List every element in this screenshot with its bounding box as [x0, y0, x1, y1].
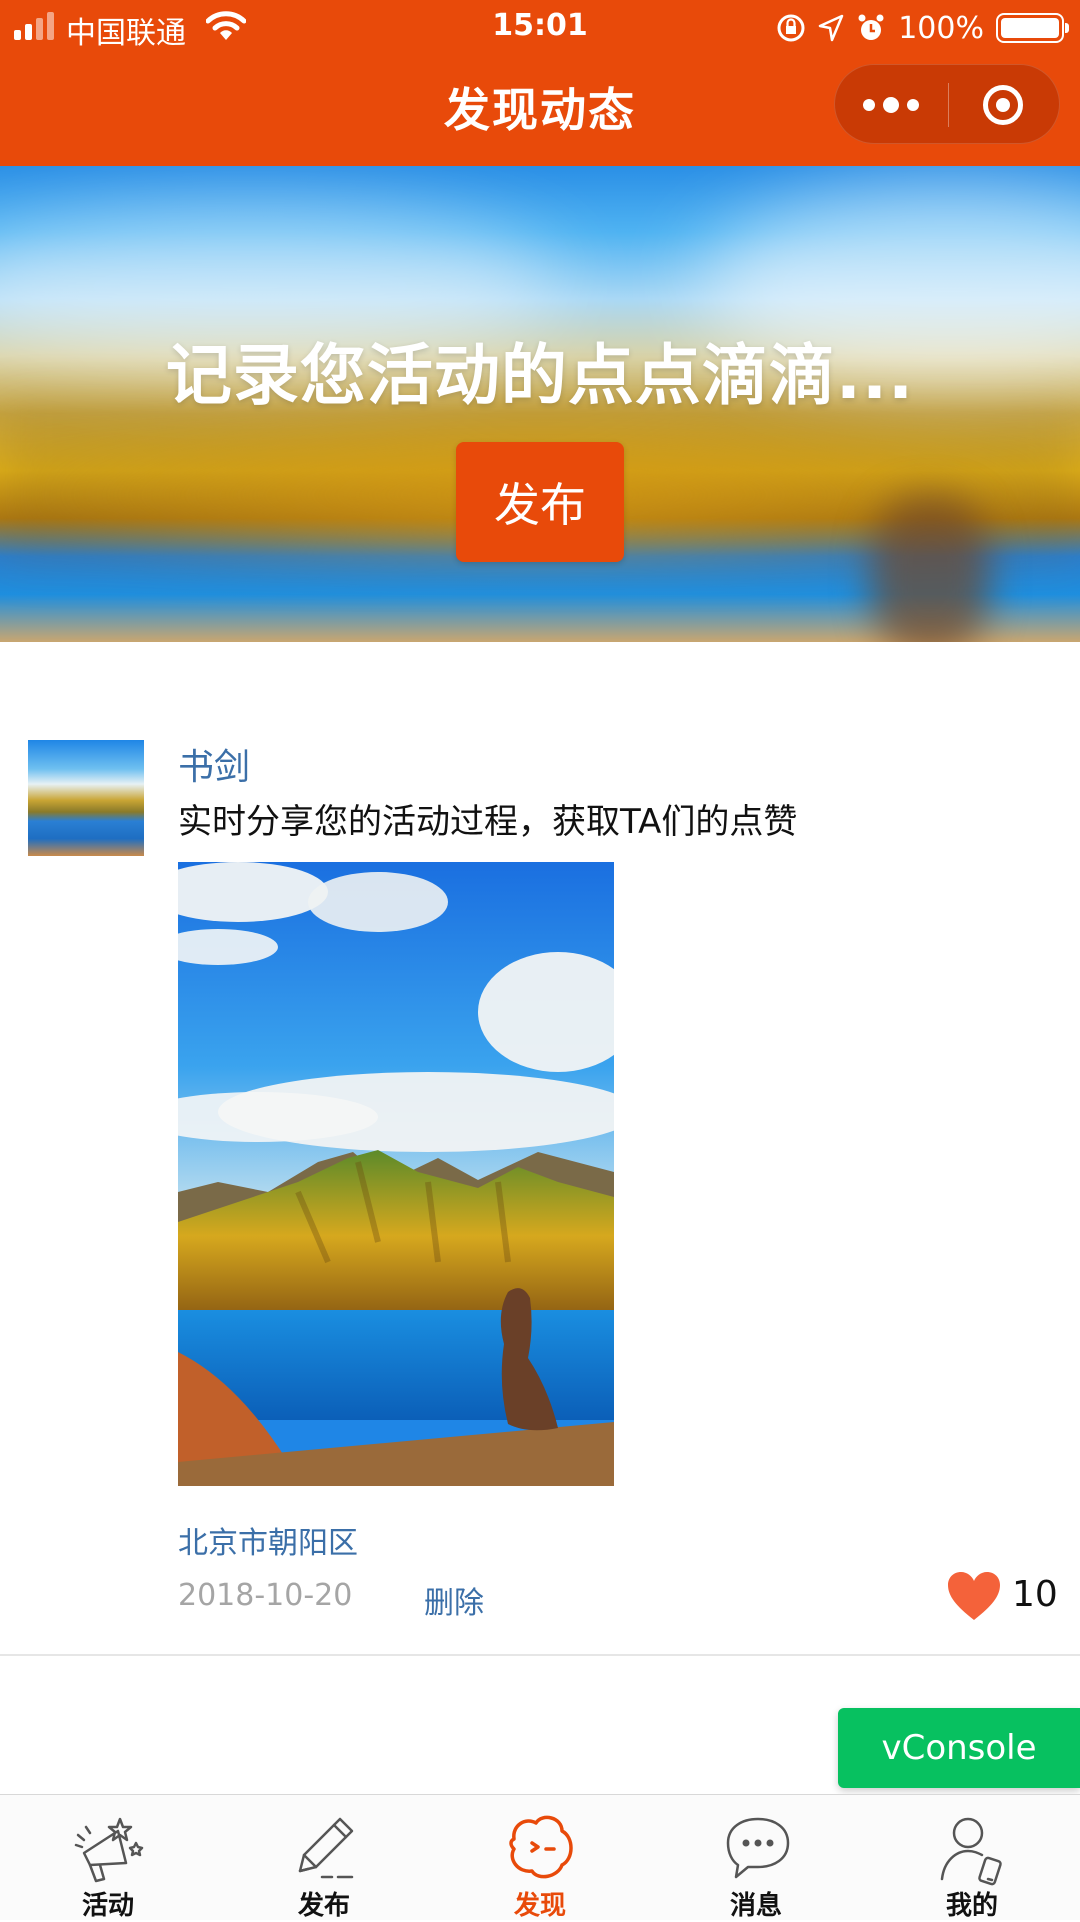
alarm-icon: [858, 14, 884, 40]
heart-icon[interactable]: [946, 1570, 1002, 1622]
capsule-divider: [948, 83, 949, 127]
discover-face-icon: [509, 1815, 573, 1879]
tab-label: 发现: [513, 1891, 566, 1921]
delete-post-link[interactable]: 删除: [424, 1578, 484, 1622]
status-bar: 中国联通 15:01 100%: [0, 0, 1080, 56]
vconsole-button[interactable]: vConsole: [838, 1708, 1080, 1788]
top-bar: 中国联通 15:01 100% 发现动态: [0, 0, 1080, 166]
landscape-image: [178, 862, 614, 1486]
post-date: 2018-10-20: [178, 1578, 353, 1613]
tab-label: 我的: [945, 1891, 998, 1921]
publish-button[interactable]: 发布: [456, 442, 624, 562]
post-author[interactable]: 书剑: [178, 738, 250, 790]
tab-messages[interactable]: 消息: [648, 1795, 864, 1921]
tab-publish[interactable]: 发布: [216, 1795, 432, 1921]
tab-label: 发布: [297, 1891, 350, 1921]
tab-discover[interactable]: 发现: [432, 1795, 648, 1921]
banner-slogan: 记录您活动的点点滴滴...: [165, 337, 915, 414]
tab-label: 活动: [81, 1891, 134, 1921]
post-photo[interactable]: [178, 862, 614, 1486]
miniprogram-capsule: [834, 64, 1060, 144]
tab-activity[interactable]: 活动: [0, 1795, 216, 1921]
post-content: 实时分享您的活动过程，获取TA们的点赞: [178, 802, 798, 842]
status-right: 100%: [776, 8, 1069, 48]
avatar[interactable]: [28, 740, 144, 856]
post-divider: [0, 1654, 1080, 1656]
tab-label: 消息: [729, 1891, 782, 1921]
battery-percent: 100%: [898, 10, 984, 46]
like-count: 10: [1012, 1574, 1058, 1615]
tab-mine[interactable]: 我的: [864, 1795, 1080, 1921]
chat-bubble-icon: [726, 1817, 790, 1879]
post-location[interactable]: 北京市朝阳区: [178, 1518, 358, 1562]
feed-post: 书剑 实时分享您的活动过程，获取TA们的点赞 北京市朝阳区 2018-10-20…: [0, 642, 1080, 1656]
pencil-icon: [298, 1817, 354, 1879]
location-arrow-icon: [818, 14, 844, 42]
megaphone-icon: [74, 1817, 144, 1883]
hero-banner: 记录您活动的点点滴滴... 发布: [0, 166, 1080, 642]
battery-icon: [996, 13, 1069, 43]
rotation-lock-icon: [777, 14, 805, 42]
user-phone-icon: [940, 1817, 1002, 1886]
more-options-button[interactable]: [835, 65, 947, 145]
tab-bar: 活动 发布 发现 消息 我的: [0, 1794, 1080, 1921]
close-miniprogram-button[interactable]: [983, 85, 1023, 125]
